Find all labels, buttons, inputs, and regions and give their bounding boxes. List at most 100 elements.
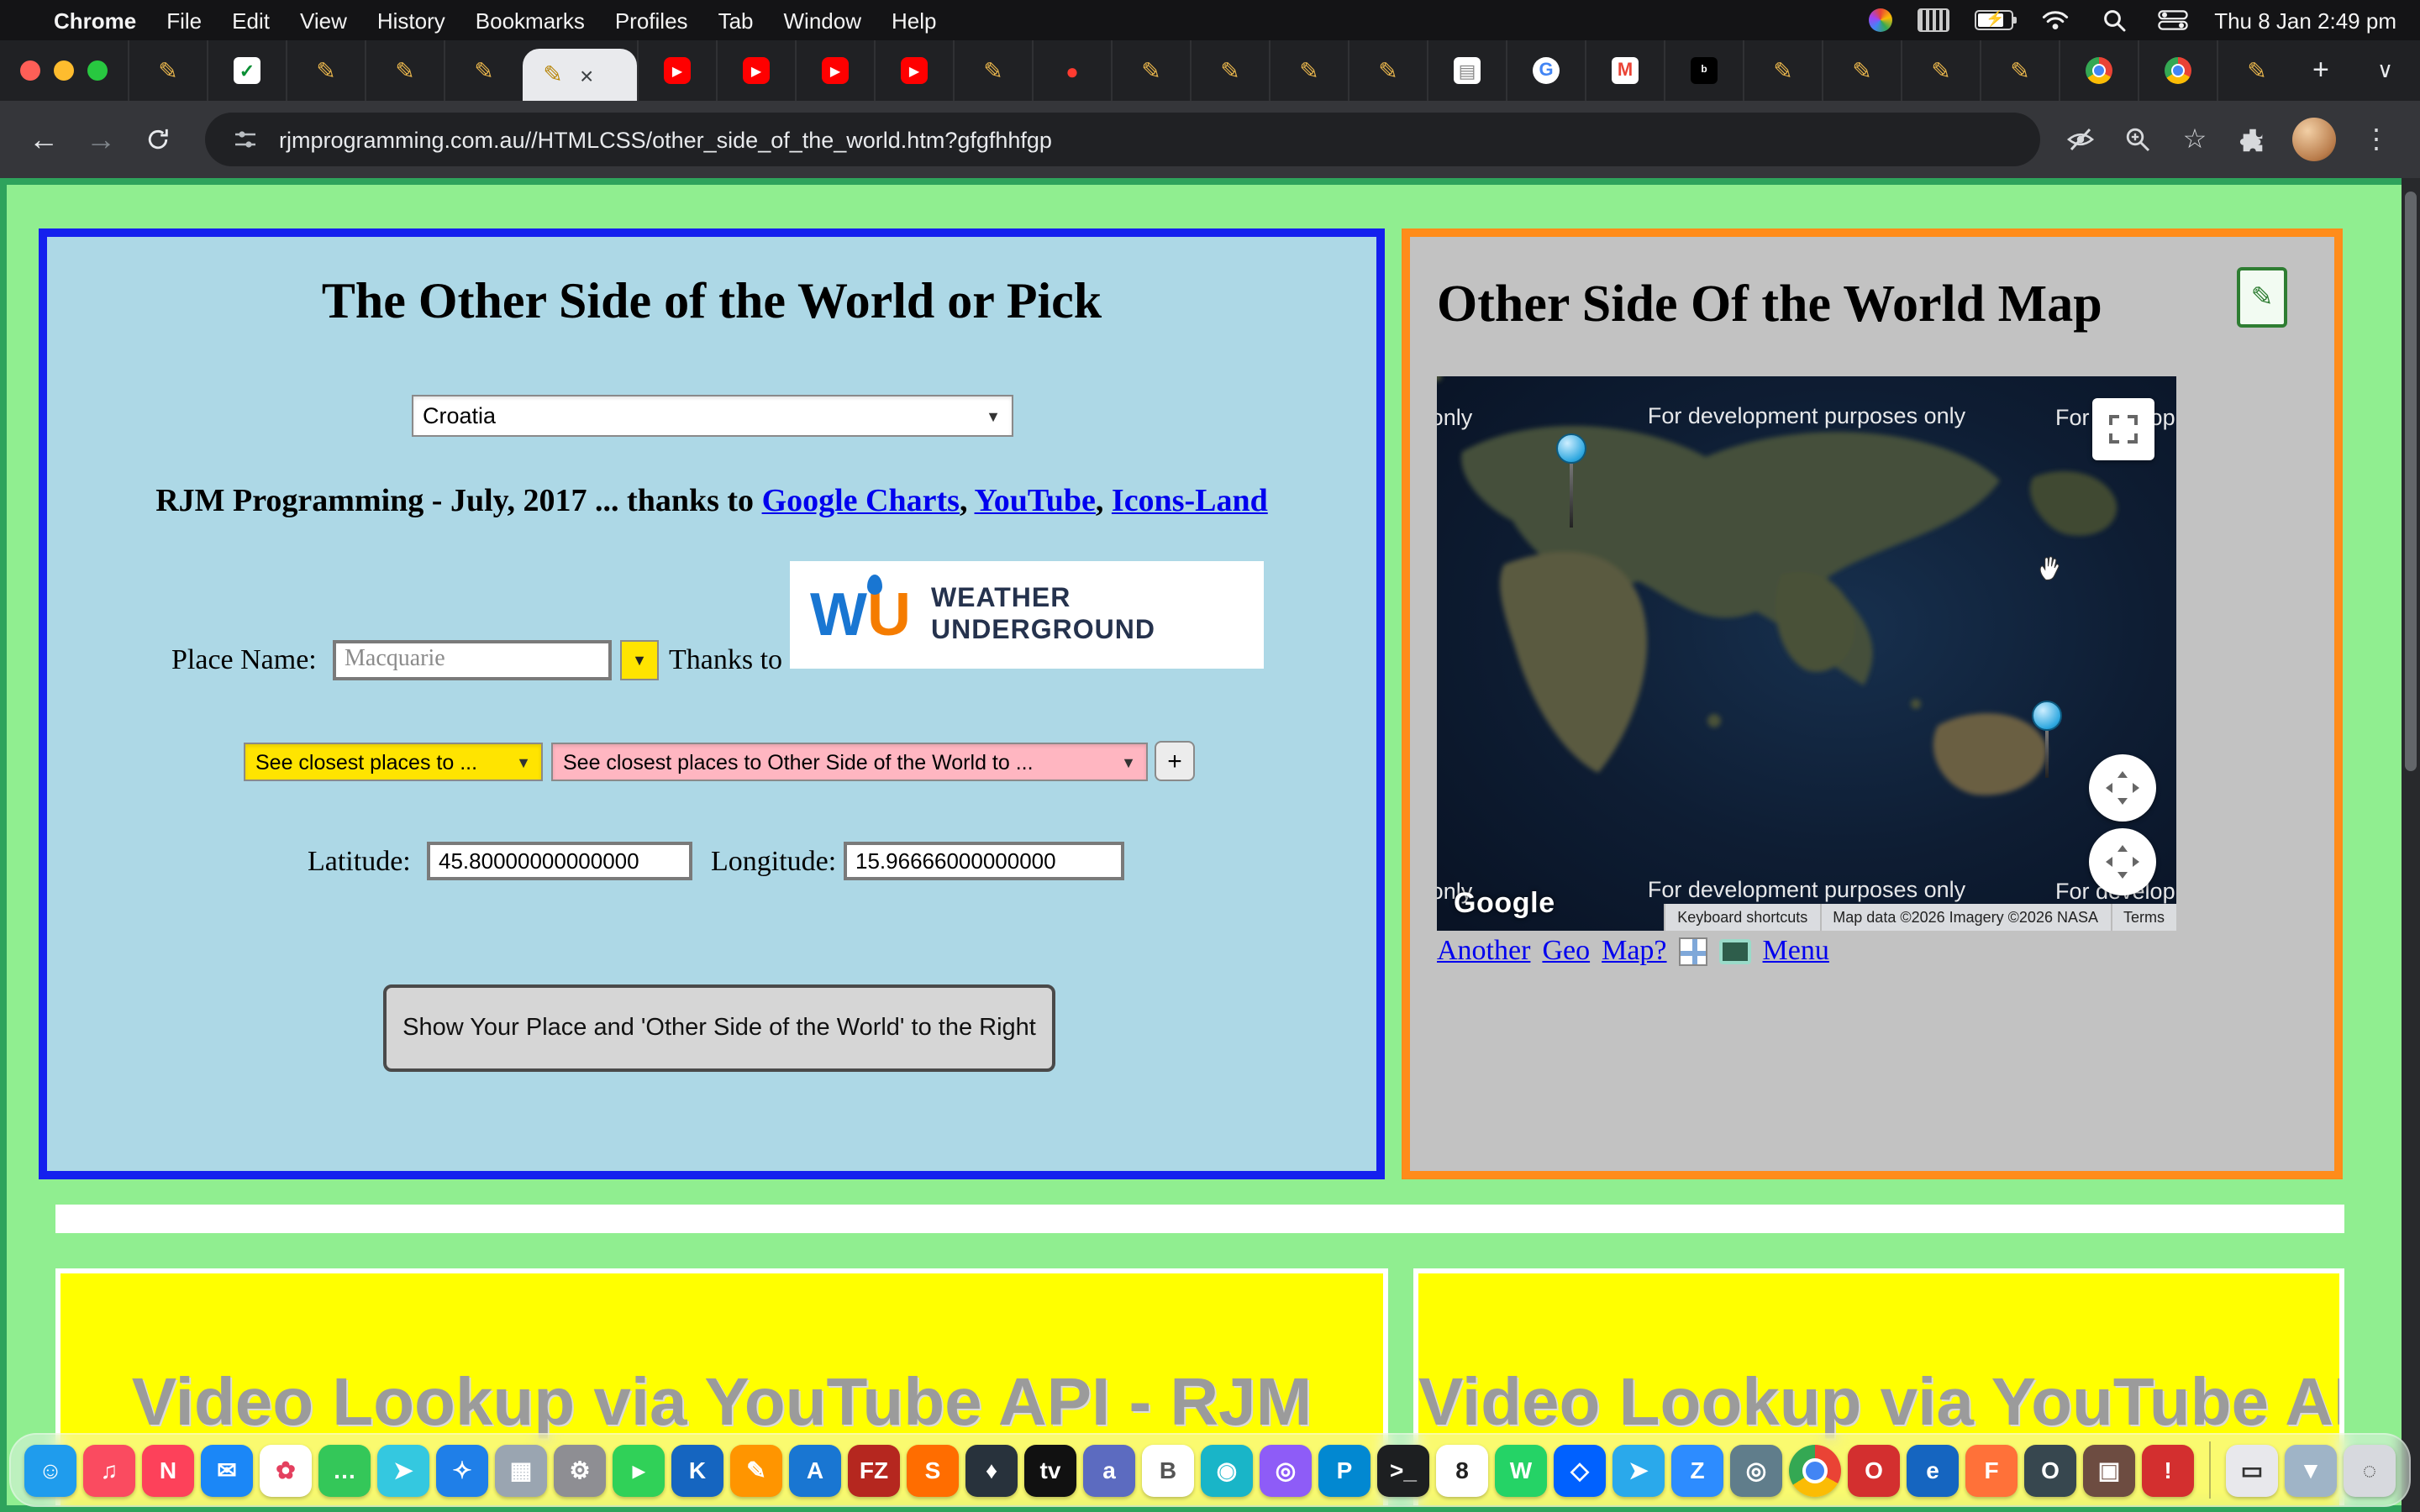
- dock-icon-chrome[interactable]: [1789, 1444, 1841, 1496]
- tab[interactable]: ✎: [1348, 40, 1427, 101]
- dock-icon-opera[interactable]: O: [1848, 1444, 1900, 1496]
- pan-control-secondary[interactable]: [2089, 828, 2156, 895]
- keyboard-status-icon[interactable]: [1917, 8, 1949, 32]
- dock-icon-launchpad[interactable]: ▦: [495, 1444, 547, 1496]
- dock-icon-podcasts[interactable]: ◎: [1260, 1444, 1312, 1496]
- menubar-item-profiles[interactable]: Profiles: [615, 8, 688, 33]
- tab[interactable]: b: [1664, 40, 1743, 101]
- close-window-button[interactable]: [20, 60, 40, 81]
- map-pin-place[interactable]: [1556, 433, 1586, 528]
- tab[interactable]: ▶: [637, 40, 716, 101]
- dock-icon-appstore[interactable]: A: [789, 1444, 841, 1496]
- dock-icon-keynote[interactable]: K: [671, 1444, 723, 1496]
- profile-avatar[interactable]: [2292, 118, 2336, 161]
- tab[interactable]: [2059, 40, 2138, 101]
- forward-button[interactable]: →: [77, 116, 124, 163]
- tab-search-chevron-icon[interactable]: ∨: [2350, 57, 2420, 84]
- tab[interactable]: ✎: [1190, 40, 1269, 101]
- latitude-input[interactable]: [427, 842, 692, 880]
- page-scrollbar[interactable]: [2402, 178, 2420, 1512]
- menubar-item-history[interactable]: History: [377, 8, 445, 33]
- dock-icon-zoom[interactable]: Z: [1671, 1444, 1723, 1496]
- control-center-icon[interactable]: [2155, 3, 2189, 37]
- battery-icon[interactable]: ⚡: [1974, 10, 2012, 30]
- tab[interactable]: [2138, 40, 2217, 101]
- tab[interactable]: ✎: [2217, 40, 2296, 101]
- tab[interactable]: ✎: [953, 40, 1032, 101]
- reload-button[interactable]: [134, 116, 182, 163]
- google-map[interactable]: For development purposes only For develo…: [1437, 376, 2176, 931]
- zoom-icon[interactable]: [2121, 123, 2154, 156]
- youtube-link[interactable]: YouTube: [975, 484, 1096, 519]
- tab[interactable]: ✎: [286, 40, 365, 101]
- place-name-input[interactable]: [333, 640, 612, 680]
- tab[interactable]: ✎: [1111, 40, 1190, 101]
- edit-note-icon[interactable]: ✎: [2237, 267, 2287, 328]
- dock-icon-eight[interactable]: 8: [1436, 1444, 1488, 1496]
- menubar-app-name[interactable]: Chrome: [54, 8, 136, 33]
- dock-icon-edge[interactable]: e: [1907, 1444, 1959, 1496]
- menu-link[interactable]: Menu: [1763, 934, 1829, 968]
- tab[interactable]: G: [1506, 40, 1585, 101]
- tab[interactable]: ✎: [1980, 40, 2059, 101]
- pan-control[interactable]: [2089, 754, 2156, 822]
- dock-icon-swift[interactable]: S: [907, 1444, 959, 1496]
- dock-icon-safari[interactable]: ✧: [436, 1444, 488, 1496]
- dock-icon-terminal[interactable]: >_: [1377, 1444, 1429, 1496]
- dock-icon-music[interactable]: ♫: [83, 1444, 135, 1496]
- dock-icon-settings[interactable]: ⚙: [554, 1444, 606, 1496]
- dock-icon-finder[interactable]: ☺: [24, 1444, 76, 1496]
- minimize-window-button[interactable]: [54, 60, 74, 81]
- dock-icon-news[interactable]: N: [142, 1444, 194, 1496]
- address-bar[interactable]: rjmprogramming.com.au//HTMLCSS/other_sid…: [205, 113, 2040, 166]
- terms-link[interactable]: Terms: [2110, 904, 2176, 931]
- google-charts-link[interactable]: Google Charts: [762, 484, 960, 519]
- zoom-window-button[interactable]: [87, 60, 108, 81]
- tab[interactable]: ✎: [1269, 40, 1348, 101]
- dock-icon-pin[interactable]: !: [2142, 1444, 2194, 1496]
- browser-menu-icon[interactable]: ⋮: [2360, 123, 2393, 156]
- map-question-link[interactable]: Map?: [1602, 934, 1666, 968]
- tab[interactable]: ▤: [1427, 40, 1506, 101]
- dock-icon-paw[interactable]: P: [1318, 1444, 1370, 1496]
- dock-icon-displays[interactable]: ▭: [2226, 1444, 2278, 1496]
- show-place-button[interactable]: Show Your Place and 'Other Side of the W…: [383, 984, 1055, 1072]
- longitude-input[interactable]: [844, 842, 1124, 880]
- chart-grid-icon[interactable]: [1679, 937, 1707, 965]
- tab[interactable]: ▶: [716, 40, 795, 101]
- tab[interactable]: ✓: [207, 40, 286, 101]
- dock-icon-mail[interactable]: ✉: [201, 1444, 253, 1496]
- dock-icon-maps[interactable]: ➤: [377, 1444, 429, 1496]
- dock-icon-trash[interactable]: ◌: [2344, 1444, 2396, 1496]
- spotlight-search-icon[interactable]: [2096, 3, 2130, 37]
- menubar-item-tab[interactable]: Tab: [718, 8, 754, 33]
- tracking-protection-icon[interactable]: [2064, 123, 2097, 156]
- dock-icon-bear[interactable]: B: [1142, 1444, 1194, 1496]
- dock-icon-obs[interactable]: O: [2024, 1444, 2076, 1496]
- url-text[interactable]: rjmprogramming.com.au//HTMLCSS/other_sid…: [279, 127, 1052, 152]
- tab[interactable]: ✎: [128, 40, 207, 101]
- tab[interactable]: ●: [1032, 40, 1111, 101]
- menubar-item-window[interactable]: Window: [784, 8, 862, 33]
- icons-land-link[interactable]: Icons-Land: [1112, 484, 1268, 519]
- extensions-puzzle-icon[interactable]: [2235, 123, 2269, 156]
- screen-icon[interactable]: [1719, 938, 1751, 963]
- closest-otherside-select[interactable]: See closest places to Other Side of the …: [551, 743, 1148, 781]
- wifi-icon[interactable]: [2038, 3, 2071, 37]
- dock-icon-whatsapp[interactable]: W: [1495, 1444, 1547, 1496]
- bookmark-star-icon[interactable]: ☆: [2178, 123, 2212, 156]
- tab[interactable]: M: [1585, 40, 1664, 101]
- menubar-item-bookmarks[interactable]: Bookmarks: [476, 8, 585, 33]
- dock-icon-filezilla[interactable]: FZ: [848, 1444, 900, 1496]
- keyboard-shortcuts-link[interactable]: Keyboard shortcuts: [1664, 904, 1819, 931]
- dock-icon-camera[interactable]: ◎: [1730, 1444, 1782, 1496]
- dock-icon-arc[interactable]: a: [1083, 1444, 1135, 1496]
- tab-close-icon[interactable]: ×: [580, 63, 593, 87]
- tab[interactable]: ✎: [1743, 40, 1822, 101]
- dock-icon-telegram[interactable]: ➤: [1612, 1444, 1665, 1496]
- geo-link[interactable]: Geo: [1542, 934, 1590, 968]
- status-app-icon[interactable]: [1868, 8, 1891, 32]
- scrollbar-thumb[interactable]: [2405, 192, 2417, 771]
- place-mini-select[interactable]: ▼: [620, 640, 659, 680]
- tab[interactable]: ✎: [1822, 40, 1901, 101]
